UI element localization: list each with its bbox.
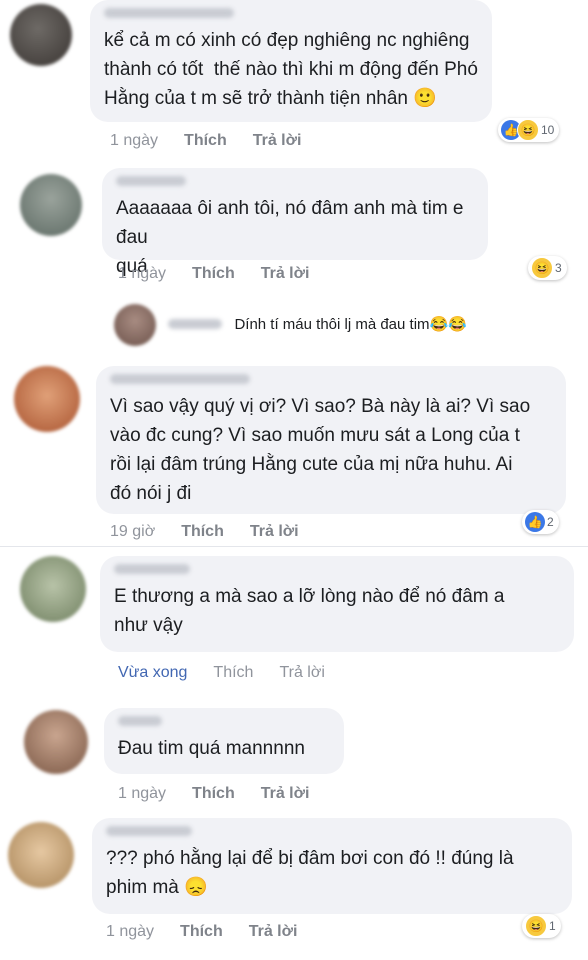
- comment-time[interactable]: 1 ngày: [118, 265, 166, 283]
- comment-text: ??? phó hằng lại để bị đâm bơi con đó !!…: [106, 848, 514, 898]
- haha-icon: 😆: [531, 257, 553, 279]
- like-link[interactable]: Thích: [213, 664, 253, 682]
- comment-bubble: Aaaaaaa ôi anh tôi, nó đâm anh mà tim e …: [102, 168, 488, 277]
- avatar[interactable]: [114, 304, 156, 346]
- reply-link[interactable]: Trả lời: [261, 265, 310, 283]
- comment-meta: Vừa xong Thích Trả lời: [118, 664, 325, 682]
- divider: [0, 546, 588, 547]
- avatar[interactable]: [20, 556, 86, 622]
- reaction-summary[interactable]: 😆 1: [522, 914, 561, 938]
- comment-time[interactable]: 1 ngày: [106, 923, 154, 941]
- comment-bubble: Đau tim quá mannnnn: [104, 708, 344, 774]
- reply-link[interactable]: Trả lời: [253, 132, 302, 150]
- author-name-blurred[interactable]: [104, 8, 234, 18]
- comment-bubble: E thương a mà sao a lỡ lòng nào để nó đâ…: [100, 556, 574, 652]
- comment-time[interactable]: 1 ngày: [118, 785, 166, 803]
- author-name-blurred[interactable]: [106, 826, 192, 836]
- comment-meta: 1 ngày Thích Trả lời: [110, 132, 301, 150]
- comment-text: kể cả m có xinh có đẹp nghiêng nc nghiên…: [104, 30, 478, 109]
- avatar[interactable]: [20, 174, 82, 236]
- reaction-count: 2: [547, 515, 554, 529]
- comment-meta: 19 giờ Thích Trả lời: [110, 523, 299, 541]
- reply-link[interactable]: Trả lời: [279, 664, 324, 682]
- reaction-count: 1: [549, 919, 556, 933]
- comment-meta: 1 ngày Thích Trả lời: [118, 265, 309, 283]
- haha-icon: 😆: [525, 915, 547, 937]
- like-link[interactable]: Thích: [192, 785, 235, 803]
- comment-meta: 1 ngày Thích Trả lời: [106, 923, 297, 941]
- comment-bubble: kể cả m có xinh có đẹp nghiêng nc nghiên…: [90, 0, 492, 122]
- reaction-count: 3: [555, 261, 562, 275]
- author-name-blurred[interactable]: [116, 176, 186, 186]
- like-link[interactable]: Thích: [192, 265, 235, 283]
- comment-text: E thương a mà sao a lỡ lòng nào để nó đâ…: [114, 586, 505, 636]
- like-link[interactable]: Thích: [181, 523, 224, 541]
- avatar[interactable]: [10, 4, 72, 66]
- author-name-blurred[interactable]: [110, 374, 250, 384]
- reply-text: Dính tí máu thôi lj mà đau tim😂😂: [234, 316, 467, 333]
- reaction-summary[interactable]: 👍 2: [522, 510, 559, 534]
- avatar[interactable]: [24, 710, 88, 774]
- reply-author-blurred[interactable]: [168, 319, 222, 329]
- like-icon: 👍: [525, 512, 545, 532]
- comment-time[interactable]: 1 ngày: [110, 132, 158, 150]
- comment-text: Đau tim quá mannnnn: [118, 738, 305, 759]
- reply-link[interactable]: Trả lời: [261, 785, 310, 803]
- author-name-blurred[interactable]: [114, 564, 190, 574]
- like-link[interactable]: Thích: [180, 923, 223, 941]
- like-link[interactable]: Thích: [184, 132, 227, 150]
- avatar[interactable]: [14, 366, 80, 432]
- comment-time[interactable]: Vừa xong: [118, 664, 187, 682]
- reaction-count: 10: [541, 123, 555, 137]
- haha-icon: 😆: [517, 119, 539, 141]
- reply-link[interactable]: Trả lời: [250, 523, 299, 541]
- reply-link[interactable]: Trả lời: [249, 923, 298, 941]
- avatar[interactable]: [8, 822, 74, 888]
- comment-text: Vì sao vậy quý vị ơi? Vì sao? Bà này là …: [110, 396, 531, 504]
- comment-bubble: ??? phó hằng lại để bị đâm bơi con đó !!…: [92, 818, 572, 914]
- comment-meta: 1 ngày Thích Trả lời: [118, 785, 309, 803]
- comment-time[interactable]: 19 giờ: [110, 523, 155, 541]
- author-name-blurred[interactable]: [118, 716, 162, 726]
- comment-bubble: Vì sao vậy quý vị ơi? Vì sao? Bà này là …: [96, 366, 566, 514]
- reaction-summary[interactable]: 😆 3: [528, 256, 567, 280]
- reaction-summary[interactable]: 👍 😆 10: [498, 118, 560, 142]
